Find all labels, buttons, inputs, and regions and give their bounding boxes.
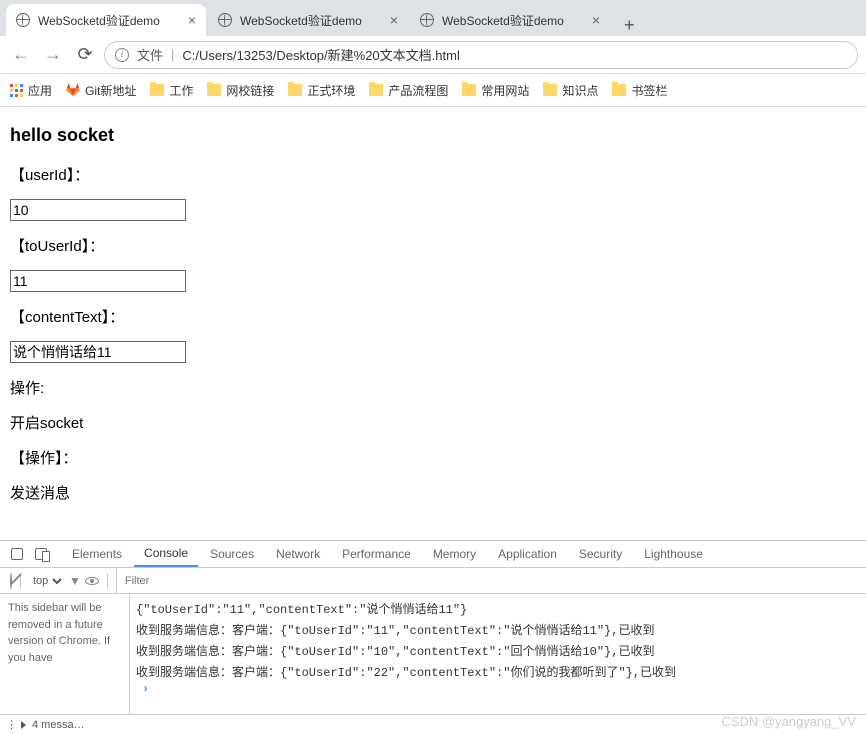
info-icon[interactable]: i	[115, 48, 129, 62]
expand-icon[interactable]	[21, 721, 26, 729]
tab-sources[interactable]: Sources	[200, 541, 264, 567]
tab-elements[interactable]: Elements	[62, 541, 132, 567]
userid-input[interactable]	[10, 199, 186, 221]
browser-tab[interactable]: WebSocketd验证demo ×	[410, 4, 610, 36]
bookmark-label: 产品流程图	[388, 82, 448, 99]
drawer-menu-icon[interactable]: ⋮	[6, 718, 15, 731]
context-selector[interactable]: top	[29, 574, 65, 588]
close-icon[interactable]: ×	[592, 12, 600, 28]
bookmark-label: Git新地址	[85, 82, 136, 99]
bookmark-label: 常用网站	[481, 82, 529, 99]
bookmark-bar: 应用 Git新地址 工作 网校链接 正式环境 产品流程图 常用网站 知识点 书签…	[0, 74, 866, 107]
send-message-link[interactable]: 发送消息	[10, 482, 856, 503]
touserid-input[interactable]	[10, 270, 186, 292]
clear-console-button[interactable]	[10, 574, 12, 588]
devtools-sidebar-note: This sidebar will be removed in a future…	[0, 594, 130, 714]
folder-icon	[462, 84, 476, 96]
contenttext-input[interactable]	[10, 341, 186, 363]
bookmark-item[interactable]: 书签栏	[612, 82, 667, 99]
tab-network[interactable]: Network	[266, 541, 330, 567]
bookmark-label: 书签栏	[631, 82, 667, 99]
folder-icon	[207, 84, 221, 96]
nav-bar: ← → ⟳ i 文件 | C:/Users/13253/Desktop/新建%2…	[0, 36, 866, 74]
bookmark-label: 网校链接	[226, 82, 274, 99]
separator	[107, 573, 108, 589]
tab-title: WebSocketd验证demo	[38, 12, 184, 29]
bookmark-item[interactable]: 产品流程图	[369, 82, 448, 99]
tab-security[interactable]: Security	[569, 541, 632, 567]
devtools-tab-strip: Elements Console Sources Network Perform…	[0, 541, 866, 568]
label-touserid: 【toUserId】：	[10, 235, 856, 256]
devtools-footer: ⋮ 4 messa…	[0, 714, 866, 734]
bookmark-label: 应用	[28, 82, 52, 99]
forward-button[interactable]: →	[40, 42, 66, 68]
label-contenttext: 【contentText】：	[10, 306, 856, 327]
label-userid: 【userId】：	[10, 164, 856, 185]
bookmark-label: 工作	[169, 82, 193, 99]
address-bar[interactable]: i 文件 | C:/Users/13253/Desktop/新建%20文本文档.…	[104, 41, 858, 69]
apps-button[interactable]: 应用	[10, 82, 52, 99]
globe-icon	[420, 13, 434, 27]
devtools-panel: Elements Console Sources Network Perform…	[0, 540, 866, 733]
tab-console[interactable]: Console	[134, 541, 198, 567]
tab-application[interactable]: Application	[488, 541, 567, 567]
folder-icon	[150, 84, 164, 96]
label-operation2: 【操作】：	[10, 447, 856, 468]
globe-icon	[16, 13, 30, 27]
label-operation: 操作:	[10, 377, 856, 398]
page-content: hello socket 【userId】： 【toUserId】： 【cont…	[0, 107, 866, 525]
addr-scheme: 文件	[137, 45, 163, 64]
page-title: hello socket	[10, 125, 856, 146]
bookmark-item[interactable]: 正式环境	[288, 82, 355, 99]
back-button[interactable]: ←	[8, 42, 34, 68]
inspect-button[interactable]	[6, 543, 28, 565]
tab-title: WebSocketd验证demo	[240, 12, 386, 29]
bookmark-label: 知识点	[562, 82, 598, 99]
tab-performance[interactable]: Performance	[332, 541, 421, 567]
console-line: 收到服务端信息：客户端：{"toUserId":"22","contentTex…	[136, 661, 860, 682]
console-output: {"toUserId":"11","contentText":"说个悄悄话给11…	[130, 594, 866, 714]
filter-input[interactable]	[116, 568, 860, 593]
folder-icon	[369, 84, 383, 96]
close-icon[interactable]: ×	[390, 12, 398, 28]
folder-icon	[612, 84, 626, 96]
tab-memory[interactable]: Memory	[423, 541, 486, 567]
console-toolbar: top ▼	[0, 568, 866, 594]
new-tab-button[interactable]: +	[612, 15, 647, 36]
console-line: 收到服务端信息：客户端：{"toUserId":"11","contentTex…	[136, 619, 860, 640]
bookmark-label: 正式环境	[307, 82, 355, 99]
eye-icon[interactable]	[85, 577, 99, 585]
browser-tab-bar: WebSocketd验证demo × WebSocketd验证demo × We…	[0, 0, 866, 36]
tab-title: WebSocketd验证demo	[442, 12, 588, 29]
folder-icon	[288, 84, 302, 96]
browser-tab[interactable]: WebSocketd验证demo ×	[208, 4, 408, 36]
bookmark-item[interactable]: 网校链接	[207, 82, 274, 99]
separator: |	[171, 47, 174, 62]
apps-icon	[10, 84, 23, 97]
bookmark-item[interactable]: 知识点	[543, 82, 598, 99]
reload-button[interactable]: ⟳	[72, 42, 98, 68]
device-toggle-button[interactable]	[30, 543, 52, 565]
address-url: C:/Users/13253/Desktop/新建%20文本文档.html	[182, 45, 459, 64]
globe-icon	[218, 13, 232, 27]
gitlab-icon	[66, 83, 80, 97]
tab-lighthouse[interactable]: Lighthouse	[634, 541, 713, 567]
folder-icon	[543, 84, 557, 96]
bookmark-item[interactable]: Git新地址	[66, 82, 136, 99]
console-line: 收到服务端信息：客户端：{"toUserId":"10","contentTex…	[136, 640, 860, 661]
bookmark-item[interactable]: 常用网站	[462, 82, 529, 99]
bookmark-item[interactable]: 工作	[150, 82, 193, 99]
close-icon[interactable]: ×	[188, 12, 196, 28]
open-socket-link[interactable]: 开启socket	[10, 412, 856, 433]
console-line: {"toUserId":"11","contentText":"说个悄悄话给11…	[136, 598, 860, 619]
browser-tab[interactable]: WebSocketd验证demo ×	[6, 4, 206, 36]
console-prompt[interactable]: ›	[136, 682, 860, 696]
message-count[interactable]: 4 messa…	[32, 719, 85, 731]
